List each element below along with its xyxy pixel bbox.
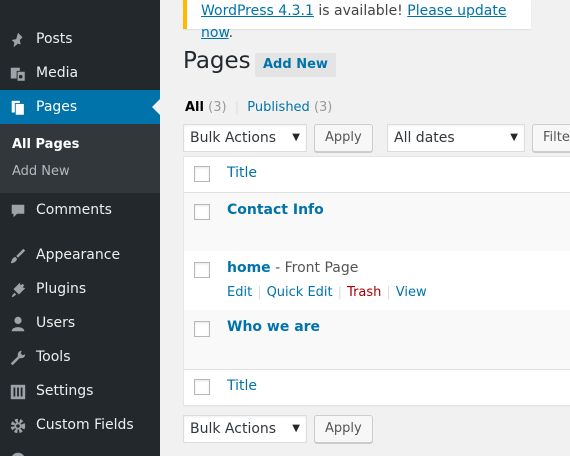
quick-edit-link[interactable]: Quick Edit [267,285,333,300]
apply-button-bottom[interactable]: Apply [314,415,373,443]
menu-label: Comments [36,202,112,218]
page-title-cell: home - Front Page [227,260,358,276]
bulk-actions-value: Bulk Actions [190,421,277,437]
trash-link[interactable]: Trash [347,285,381,300]
menu-item-media[interactable]: Media [0,56,160,90]
page-title-link[interactable]: Contact Info [227,202,324,218]
gear-icon [8,416,28,436]
menu-item-custom-fields[interactable]: Custom Fields [0,408,160,442]
menu-label: Settings [36,383,94,399]
collapse-icon [8,450,28,456]
page-title-link[interactable]: home [227,260,271,276]
menu-item-settings[interactable]: Settings [0,374,160,408]
menu-label: Appearance [36,247,121,263]
view-all[interactable]: All [185,100,204,115]
menu-item-appearance[interactable]: Appearance [0,238,160,272]
chevron-down-icon: ▼ [510,132,518,143]
row-checkbox[interactable] [194,262,210,278]
paintbrush-icon [8,246,28,266]
update-notice: WordPress 4.3.1 is available! Please upd… [183,0,531,41]
edit-link[interactable]: Edit [227,285,252,300]
title-column-header[interactable]: Title [227,165,257,181]
menu-label: Plugins [36,281,87,297]
view-separator: | [234,100,240,115]
pushpin-icon [8,30,28,50]
plugin-icon [8,280,28,300]
menu-item-collapse[interactable] [0,442,160,456]
table-row: Who we are [184,310,570,369]
select-all-checkbox-footer[interactable] [194,379,210,395]
row-checkbox[interactable] [194,321,210,337]
pages-icon [8,98,28,118]
table-footer: Title [184,370,570,406]
filter-button[interactable]: Filter [532,124,570,152]
all-count: (3) [208,100,227,115]
published-count: (3) [313,100,333,115]
menu-label: Custom Fields [36,417,134,433]
table-row: Contact Info [184,193,570,251]
bulk-actions-value: Bulk Actions [190,130,277,146]
user-icon [8,314,28,334]
select-all-checkbox[interactable] [194,166,210,182]
submenu-all-pages[interactable]: All Pages [12,137,79,153]
settings-icon [8,382,28,402]
menu-item-comments[interactable]: Comments [0,193,160,227]
table-header: Title [184,157,570,192]
menu-label: Users [36,315,76,331]
menu-label: Pages [36,99,78,115]
post-state: - Front Page [270,260,359,276]
admin-sidebar: Posts Media Pages All Pages Add New Comm… [0,0,160,456]
page-title: Pages [183,48,251,74]
pages-table: Title Contact Info home - Front Page Edi… [183,156,570,406]
menu-item-users[interactable]: Users [0,306,160,340]
menu-item-posts[interactable]: Posts [0,22,160,56]
submenu-add-new[interactable]: Add New [12,164,70,180]
menu-label: Posts [36,31,73,47]
bulk-actions-select-top[interactable]: Bulk Actions ▼ [183,124,307,152]
row-actions: Edit | Quick Edit | Trash | View [227,285,427,300]
media-icon [8,64,28,84]
menu-label: Media [36,65,79,81]
menu-label: Tools [36,349,71,365]
pages-submenu: All Pages Add New [0,124,160,193]
bulk-actions-select-bottom[interactable]: Bulk Actions ▼ [183,415,307,443]
menu-item-pages[interactable]: Pages [0,90,160,124]
row-checkbox[interactable] [194,204,210,220]
date-filter-select[interactable]: All dates ▼ [387,124,525,152]
chevron-down-icon: ▼ [292,132,300,143]
apply-button-top[interactable]: Apply [314,124,373,152]
view-link[interactable]: View [396,285,427,300]
comment-icon [8,201,28,221]
add-new-button[interactable]: Add New [255,53,336,77]
title-column-footer[interactable]: Title [227,378,257,394]
date-filter-value: All dates [394,130,455,146]
wrench-icon [8,348,28,368]
view-published[interactable]: Published [247,100,310,115]
status-views: All (3) | Published (3) [185,100,332,115]
notice-end: . [228,25,234,41]
menu-item-tools[interactable]: Tools [0,340,160,374]
chevron-down-icon: ▼ [292,423,300,434]
version-link[interactable]: WordPress 4.3.1 [201,3,314,19]
menu-item-plugins[interactable]: Plugins [0,272,160,306]
table-row: home - Front Page Edit | Quick Edit | Trash |… [184,251,570,310]
notice-text: is available! [313,3,408,19]
page-title-link[interactable]: Who we are [227,319,320,335]
